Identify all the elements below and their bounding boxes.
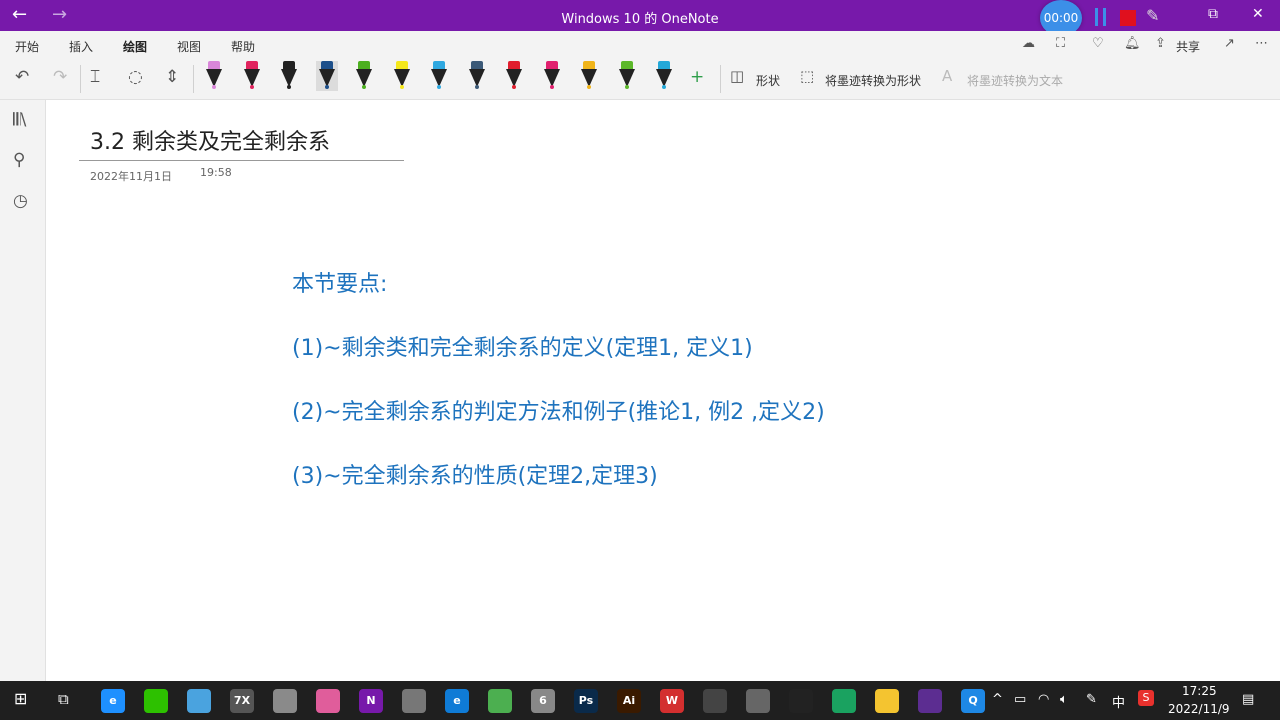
- task-view-icon[interactable]: ⧉: [58, 690, 69, 708]
- pen-9-icon[interactable]: [503, 61, 525, 91]
- edge2-app-icon[interactable]: e: [445, 689, 469, 713]
- wechat-app-icon[interactable]: [144, 689, 168, 713]
- onenote-app-icon[interactable]: N: [359, 689, 383, 713]
- search-icon[interactable]: ⚲: [13, 150, 25, 170]
- ribbon-tabs: 开始 插入 绘图 视图 帮助 ☁ ⛶ ♡ 🔔︎ ⇪ 共享 ↗ ⋯: [0, 31, 1280, 61]
- pen-tray-icon[interactable]: ✎: [1086, 692, 1097, 707]
- explorer-app-icon[interactable]: [875, 689, 899, 713]
- ink-to-shape-icon: ⬚: [800, 67, 815, 85]
- wps-app-icon[interactable]: W: [660, 689, 684, 713]
- tray-chevron-icon[interactable]: ^: [992, 692, 1003, 707]
- restore-icon[interactable]: ⧉: [1208, 6, 1218, 22]
- pen-4-icon[interactable]: [315, 61, 338, 91]
- page-date: 2022年11月1日: [90, 170, 172, 183]
- tab-insert[interactable]: 插入: [69, 38, 93, 55]
- lightbulb-icon[interactable]: ♡: [1092, 36, 1104, 51]
- sheets-app-icon[interactable]: [832, 689, 856, 713]
- wifi-icon[interactable]: ◠: [1038, 692, 1049, 707]
- settings-app-icon[interactable]: [746, 689, 770, 713]
- sync-icon[interactable]: ☁: [1022, 36, 1035, 51]
- notebooks-icon[interactable]: 𝄃𝄃\: [13, 110, 26, 130]
- pen-10-icon[interactable]: [541, 61, 563, 91]
- note-heading[interactable]: 本节要点:: [292, 266, 387, 298]
- pen-icon[interactable]: ✎: [1146, 6, 1159, 25]
- share-icon[interactable]: ⇪: [1155, 36, 1166, 51]
- toolbox-app-icon[interactable]: [316, 689, 340, 713]
- insert-space-icon[interactable]: ⇕: [165, 67, 179, 87]
- bell-icon[interactable]: 🔔︎: [1124, 36, 1141, 51]
- pen-6-icon[interactable]: [391, 61, 413, 91]
- illustrator-app-icon[interactable]: Ai: [617, 689, 641, 713]
- pen-2-icon[interactable]: [241, 61, 263, 91]
- close-icon[interactable]: ✕: [1252, 6, 1264, 22]
- left-nav: 𝄃𝄃\ ⚲ ◷: [0, 100, 46, 681]
- monitor-app-icon[interactable]: [402, 689, 426, 713]
- window-title: Windows 10 的 OneNote: [561, 12, 719, 27]
- page-time: 19:58: [200, 166, 232, 179]
- note-item-1[interactable]: (1)~剩余类和完全剩余系的定义(定理1, 定义1): [292, 330, 753, 362]
- ink-to-text-icon: A: [942, 67, 953, 85]
- notification-icon[interactable]: ▤: [1242, 692, 1254, 707]
- 7zip-app-icon[interactable]: 7X: [230, 689, 254, 713]
- fullscreen-icon[interactable]: ⛶: [1056, 36, 1065, 51]
- browser-app-icon[interactable]: [187, 689, 211, 713]
- volume-icon[interactable]: 🔈︎: [1060, 692, 1068, 707]
- ime-indicator[interactable]: 中: [1112, 692, 1125, 711]
- undo-icon[interactable]: ↶: [15, 67, 29, 87]
- taskbar: ⊞ ⧉ e 7X Ne 6 Ps Ai W Q ^ ▭ ◠ 🔈︎ ✎ 中 S 17:25 20…: [0, 681, 1280, 720]
- add-pen-icon[interactable]: +: [690, 67, 704, 87]
- flower-app-icon[interactable]: [488, 689, 512, 713]
- pause-icon[interactable]: [1092, 8, 1110, 26]
- pen-1-icon[interactable]: [203, 61, 225, 91]
- matlab-app-icon[interactable]: 6: [531, 689, 555, 713]
- windows-start-icon[interactable]: ⊞: [14, 689, 27, 708]
- battery-icon[interactable]: ▭: [1014, 692, 1026, 707]
- tab-help[interactable]: 帮助: [231, 38, 255, 55]
- page-title[interactable]: 3.2 剩余类及完全剩余系: [90, 124, 330, 156]
- qq-app-icon[interactable]: [789, 689, 813, 713]
- tab-view[interactable]: 视图: [177, 38, 201, 55]
- vs-app-icon[interactable]: [918, 689, 942, 713]
- pen-11-icon[interactable]: [578, 61, 600, 91]
- ink-to-text-button[interactable]: 将墨迹转换为文本: [967, 72, 1063, 89]
- sogou-ime-icon[interactable]: S: [1138, 690, 1154, 706]
- stop-icon[interactable]: [1120, 10, 1136, 26]
- recent-icon[interactable]: ◷: [13, 191, 28, 211]
- pen-8-icon[interactable]: [466, 61, 488, 91]
- type-select-icon[interactable]: ⌶: [90, 67, 100, 87]
- tab-home[interactable]: 开始: [15, 38, 39, 55]
- search-app-icon[interactable]: Q: [961, 689, 985, 713]
- pen-12-icon[interactable]: [616, 61, 638, 91]
- shapes-icon: ◫: [730, 67, 745, 85]
- tab-draw[interactable]: 绘图: [123, 38, 148, 61]
- clock-time[interactable]: 17:25: [1182, 684, 1217, 698]
- expand-icon[interactable]: ↗: [1224, 36, 1235, 51]
- title-underline: [79, 160, 404, 161]
- pen-7-icon[interactable]: [428, 61, 450, 91]
- pen-3-icon[interactable]: [278, 61, 300, 91]
- film-app-icon[interactable]: [703, 689, 727, 713]
- lasso-select-icon[interactable]: ◌: [128, 67, 143, 87]
- redo-icon[interactable]: ↷: [53, 67, 67, 87]
- note-item-2[interactable]: (2)~完全剩余系的判定方法和例子(推论1, 例2 ,定义2): [292, 394, 825, 426]
- ink-to-shape-button[interactable]: 将墨迹转换为形状: [825, 72, 921, 89]
- pen-5-icon[interactable]: [353, 61, 375, 91]
- edge-app-icon[interactable]: e: [101, 689, 125, 713]
- more-icon[interactable]: ⋯: [1255, 36, 1268, 51]
- title-bar: ← → Windows 10 的 OneNote ⧉ ✕: [0, 0, 1280, 31]
- photoshop-app-icon[interactable]: Ps: [574, 689, 598, 713]
- shapes-button[interactable]: 形状: [756, 72, 780, 89]
- clock-date[interactable]: 2022/11/9: [1168, 702, 1230, 716]
- pen-13-icon[interactable]: [653, 61, 675, 91]
- draw-toolbar: ↶ ↷ ⌶ ◌ ⇕ + ◫ 形状 ⬚ 将墨迹转换为形状 A 将墨迹转换为文本: [0, 59, 1280, 100]
- note-item-3[interactable]: (3)~完全剩余系的性质(定理2,定理3): [292, 458, 658, 490]
- paint-app-icon[interactable]: [273, 689, 297, 713]
- share-button[interactable]: 共享: [1176, 38, 1200, 55]
